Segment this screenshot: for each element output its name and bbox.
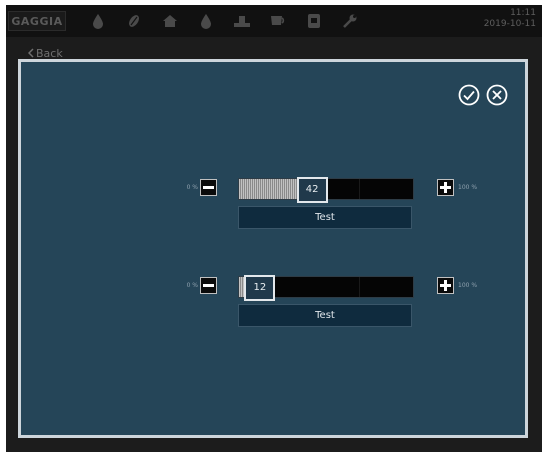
slider-track[interactable]: 12 xyxy=(238,275,414,301)
slider-dialog: 0 % 42 100 % Test 0 % 12 100 % Test xyxy=(18,59,528,438)
wrench-icon[interactable] xyxy=(332,8,368,34)
clock: 11:11 2019-10-11 xyxy=(484,8,536,30)
clock-date: 2019-10-11 xyxy=(483,19,536,29)
check-icon xyxy=(458,84,480,106)
track-divider xyxy=(359,277,360,297)
cup-icon[interactable] xyxy=(260,8,296,34)
slider-row: 0 % 12 100 % Test xyxy=(21,273,531,343)
track-divider xyxy=(359,179,360,199)
back-label: Back xyxy=(36,46,63,60)
max-label: 100 % xyxy=(458,282,478,289)
slider-row: 0 % 42 100 % Test xyxy=(21,175,531,245)
confirm-button[interactable] xyxy=(458,84,480,106)
back-button[interactable]: Back xyxy=(28,46,63,60)
min-label: 0 % xyxy=(186,282,198,289)
slider-handle[interactable]: 12 xyxy=(244,275,276,301)
minus-icon xyxy=(203,186,214,189)
plus-icon xyxy=(440,182,451,193)
increase-button[interactable] xyxy=(437,179,454,196)
chevron-left-icon xyxy=(28,48,34,58)
test-button[interactable]: Test xyxy=(238,304,412,327)
drop-icon[interactable] xyxy=(188,8,224,34)
minus-icon xyxy=(203,284,214,287)
scale-icon[interactable] xyxy=(224,8,260,34)
close-icon xyxy=(486,84,508,106)
top-bar: GAGGIA 11:11 2019-10-11 xyxy=(6,5,542,37)
brand-logo: GAGGIA xyxy=(8,11,66,31)
clock-time: 11:11 xyxy=(510,8,536,18)
drop-icon[interactable] xyxy=(80,8,116,34)
bean-icon[interactable] xyxy=(116,8,152,34)
slider-handle[interactable]: 42 xyxy=(296,177,328,203)
plus-icon xyxy=(440,280,451,291)
cancel-button[interactable] xyxy=(486,84,508,106)
test-button[interactable]: Test xyxy=(238,206,412,229)
max-label: 100 % xyxy=(458,184,478,191)
min-label: 0 % xyxy=(186,184,198,191)
decrease-button[interactable] xyxy=(200,179,217,196)
house-icon[interactable] xyxy=(152,8,188,34)
machine-icon[interactable] xyxy=(296,8,332,34)
decrease-button[interactable] xyxy=(200,277,217,294)
increase-button[interactable] xyxy=(437,277,454,294)
top-nav-icons xyxy=(80,8,368,34)
slider-track[interactable]: 42 xyxy=(238,177,414,203)
